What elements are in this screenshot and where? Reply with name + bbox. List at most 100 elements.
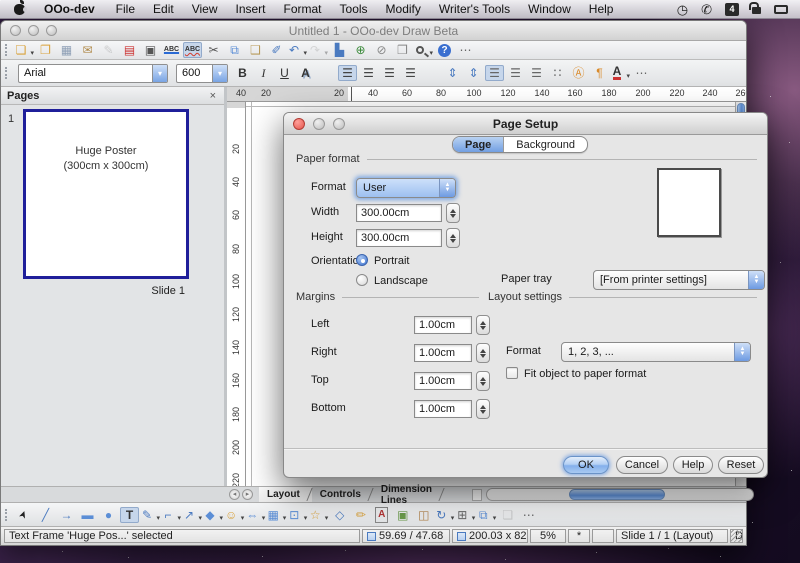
portrait-radio[interactable] xyxy=(356,254,368,266)
horizontal-scrollbar[interactable] xyxy=(486,488,754,501)
height-field[interactable]: 300.00cm xyxy=(356,229,442,247)
keychain-lock-icon[interactable] xyxy=(752,2,761,17)
character-dialog-button[interactable]: Ⓐ xyxy=(569,65,588,81)
undo-button[interactable]: ↶ xyxy=(288,42,307,58)
margin-stepper[interactable] xyxy=(476,315,490,335)
symbol-shapes-tool[interactable]: ☺ xyxy=(225,507,244,523)
font-size-combo[interactable]: 600 ▾ xyxy=(176,64,228,83)
cancel-button[interactable]: Cancel xyxy=(616,456,668,474)
lines-arrows-tool[interactable]: ↗ xyxy=(183,507,202,523)
edit-points-button[interactable]: ◇ xyxy=(330,507,349,523)
fontwork-button[interactable]: A xyxy=(372,507,391,523)
paragraph-dialog-button[interactable]: ¶ xyxy=(590,65,609,81)
print-button[interactable]: ▣ xyxy=(141,42,160,58)
align-center-button[interactable]: ☰ xyxy=(359,65,378,81)
pages-panel-close-button[interactable]: × xyxy=(208,90,218,102)
menu-writers-tools[interactable]: Writer's Tools xyxy=(430,0,519,19)
line-spacing-button[interactable]: ⇕ xyxy=(443,65,462,81)
nonprinting-chars-button[interactable]: ⊘ xyxy=(372,42,391,58)
fit-object-checkbox[interactable] xyxy=(506,367,518,379)
reset-button[interactable]: Reset xyxy=(718,456,764,474)
paper-format-popup[interactable]: User ▲▼ xyxy=(356,178,456,198)
slide-nav-back-button[interactable]: ◂ xyxy=(229,489,240,500)
open-button[interactable]: ❐ xyxy=(36,42,55,58)
block-arrows-tool[interactable]: ⇔ xyxy=(246,507,265,523)
status-position[interactable]: 59.69 / 47.68 xyxy=(362,529,450,543)
spaces-icon[interactable]: 4 xyxy=(725,3,739,16)
menu-file[interactable]: File xyxy=(107,0,144,19)
help-button[interactable]: Help xyxy=(673,456,713,474)
shadow-button[interactable]: A xyxy=(296,65,315,81)
zoom-window-button[interactable] xyxy=(46,25,57,36)
paste-button[interactable]: ❑ xyxy=(246,42,265,58)
margin-field[interactable]: 1.00cm xyxy=(414,372,472,390)
line-tool[interactable]: ╱ xyxy=(36,507,55,523)
width-stepper[interactable] xyxy=(446,203,460,223)
align-right-button[interactable]: ☰ xyxy=(380,65,399,81)
toolbar-overflow-button[interactable]: ⋯ xyxy=(632,65,651,81)
underline-button[interactable]: U xyxy=(275,65,294,81)
alignment-button[interactable]: ⊞ xyxy=(456,507,475,523)
rotate-button[interactable]: ↻ xyxy=(435,507,454,523)
arrange-button[interactable]: ⧉ xyxy=(477,507,496,523)
layout-format-popup[interactable]: 1, 2, 3, ... ▲▼ xyxy=(561,342,751,362)
menu-view[interactable]: View xyxy=(183,0,227,19)
toolbar-overflow-button[interactable]: ⋯ xyxy=(456,42,475,58)
connector-tool[interactable]: ⌐ xyxy=(162,507,181,523)
dialog-titlebar[interactable]: Page Setup xyxy=(284,113,767,135)
save-button[interactable]: ▦ xyxy=(57,42,76,58)
toolbar-grip[interactable] xyxy=(5,44,10,56)
window-titlebar[interactable]: Untitled 1 - OOo-dev Draw Beta xyxy=(1,21,746,41)
select-tool[interactable]: ➤ xyxy=(15,507,34,523)
help-button[interactable]: ? xyxy=(435,42,454,58)
new-document-button[interactable]: ❏ xyxy=(15,42,34,58)
display-grid-button[interactable]: ❒ xyxy=(393,42,412,58)
redo-button[interactable]: ↷ xyxy=(309,42,328,58)
chevron-down-icon[interactable]: ▾ xyxy=(212,65,227,82)
margin-field[interactable]: 1.00cm xyxy=(414,344,472,362)
tab-dimension-lines[interactable]: Dimension Lines xyxy=(373,487,444,502)
stars-tool[interactable]: ☆ xyxy=(309,507,328,523)
resize-grip[interactable] xyxy=(730,530,742,542)
text-tool[interactable]: T xyxy=(120,507,139,523)
separator[interactable] xyxy=(317,65,336,81)
flowchart-tool[interactable]: ▦ xyxy=(267,507,286,523)
chart-button[interactable]: ▙ xyxy=(330,42,349,58)
bullets-button[interactable]: ∷ xyxy=(548,65,567,81)
menu-insert[interactable]: Insert xyxy=(227,0,275,19)
ellipse-tool[interactable]: ● xyxy=(99,507,118,523)
edit-file-button[interactable]: ✎ xyxy=(99,42,118,58)
menu-edit[interactable]: Edit xyxy=(144,0,183,19)
dialog-tab-page[interactable]: Page xyxy=(453,137,504,152)
font-color-button[interactable]: A xyxy=(611,65,630,81)
status-page-style[interactable]: Default xyxy=(730,529,743,543)
pages-panel-header[interactable]: Pages × xyxy=(1,87,224,105)
paper-tray-popup[interactable]: [From printer settings] ▲▼ xyxy=(593,270,765,290)
displays-icon[interactable] xyxy=(774,2,788,17)
margin-stepper[interactable] xyxy=(476,343,490,363)
spellcheck-button[interactable]: ABC xyxy=(162,42,181,58)
menu-window[interactable]: Window xyxy=(519,0,580,19)
export-pdf-button[interactable]: ▤ xyxy=(120,42,139,58)
align-justify-button[interactable]: ☰ xyxy=(401,65,420,81)
slide-nav-forward-button[interactable]: ▸ xyxy=(242,489,253,500)
time-machine-icon[interactable]: ◷ xyxy=(677,0,688,19)
status-zoom[interactable]: 5% xyxy=(530,529,566,543)
status-size[interactable]: 200.03 x 82 xyxy=(452,529,528,543)
close-button[interactable] xyxy=(10,25,21,36)
menu-modify[interactable]: Modify xyxy=(377,0,430,19)
margin-stepper[interactable] xyxy=(476,371,490,391)
format-paintbrush-button[interactable]: ✐ xyxy=(267,42,286,58)
paragraph-spacing-button[interactable]: ⇕ xyxy=(464,65,483,81)
italic-button[interactable]: I xyxy=(254,65,273,81)
font-name-combo[interactable]: Arial ▾ xyxy=(18,64,168,83)
margin-field[interactable]: 1.00cm xyxy=(414,400,472,418)
width-field[interactable]: 300.00cm xyxy=(356,204,442,222)
menu-tools[interactable]: Tools xyxy=(331,0,377,19)
chevron-down-icon[interactable]: ▾ xyxy=(152,65,167,82)
ok-button[interactable]: OK xyxy=(563,456,609,474)
separator[interactable] xyxy=(422,65,441,81)
menu-help[interactable]: Help xyxy=(580,0,623,19)
apple-menu[interactable] xyxy=(0,4,35,15)
slide-thumbnail[interactable]: Huge Poster (300cm x 300cm) xyxy=(23,109,189,279)
